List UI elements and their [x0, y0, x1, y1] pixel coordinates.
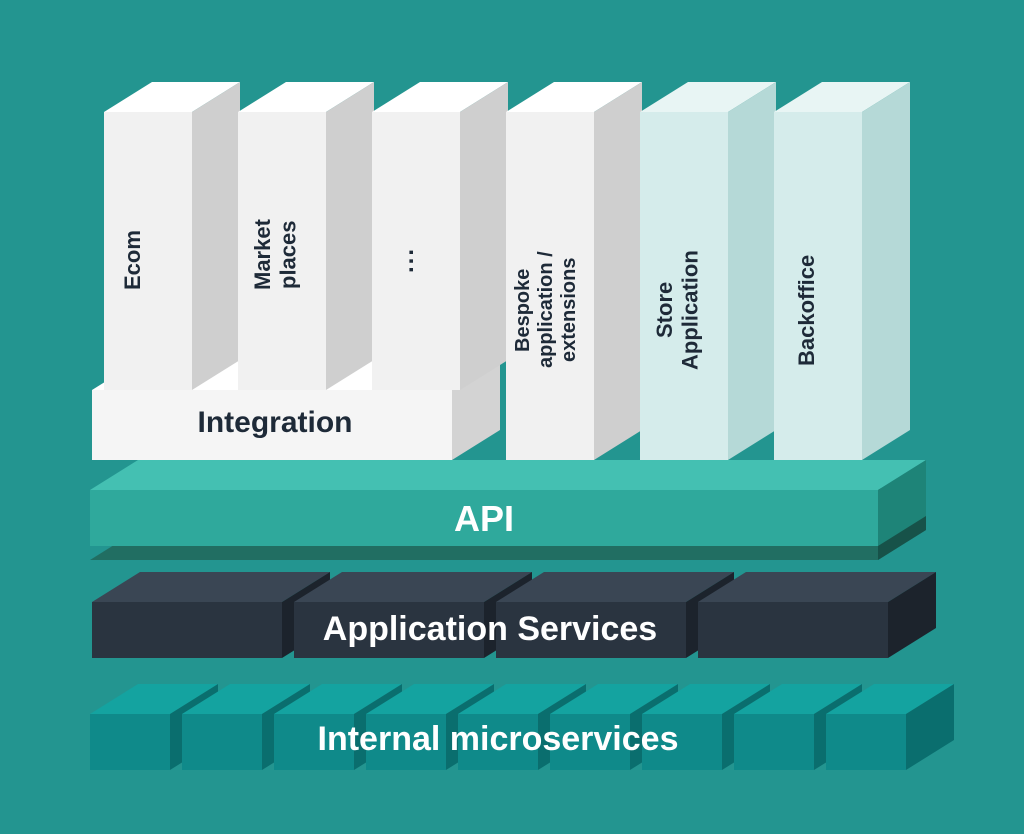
- pillar-label-bespoke: Bespoke application / extensions: [512, 160, 588, 460]
- layer-label-microservices: Internal microservices: [90, 720, 906, 759]
- pillar-label-store: Store Application: [652, 170, 714, 450]
- pillar-label-backoffice: Backoffice: [794, 170, 844, 450]
- architecture-diagram: Ecom Market places ... Bespoke applicati…: [0, 0, 1024, 834]
- pillar-label-marketplaces: Market places: [250, 150, 310, 360]
- pillar-label-ellipsis: ...: [392, 160, 440, 360]
- layer-label-app-services: Application Services: [92, 610, 888, 649]
- layer-label-api: API: [90, 498, 878, 540]
- layer-label-integration: Integration: [120, 406, 430, 440]
- pillar-label-ecom: Ecom: [120, 160, 176, 360]
